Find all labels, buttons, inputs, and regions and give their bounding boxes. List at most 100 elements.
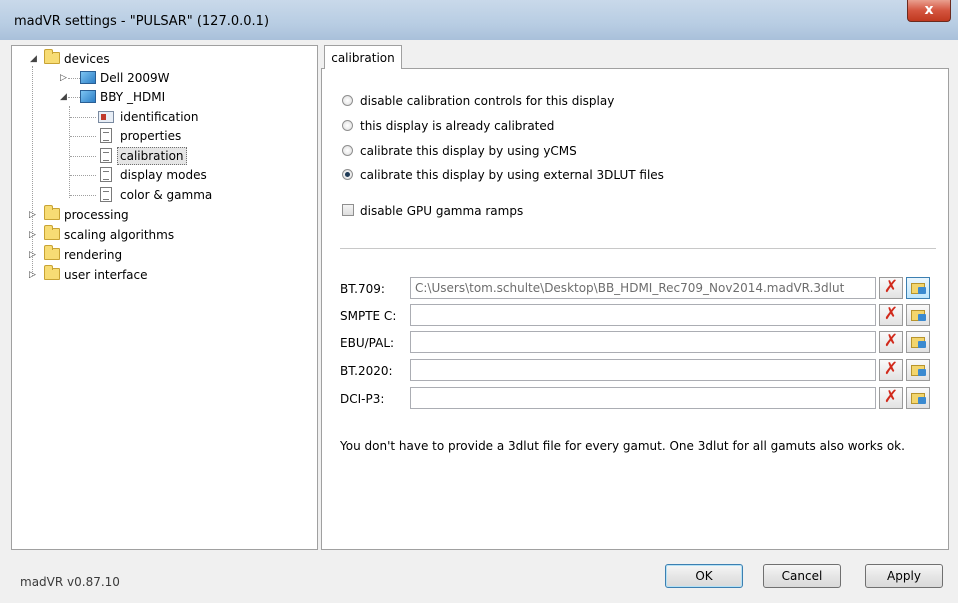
tab-calibration[interactable]: calibration [324, 45, 402, 69]
lut-row-ebu-pal: EBU/PAL: ✗ [340, 331, 940, 355]
page-icon [100, 128, 112, 143]
radio-label: disable calibration controls for this di… [360, 94, 615, 108]
tree-label-calibration: calibration [117, 147, 187, 165]
checkbox[interactable] [342, 204, 354, 216]
expand-icon[interactable]: ▷ [28, 271, 37, 280]
divider [340, 248, 936, 249]
tree-label-dell: Dell 2009W [100, 71, 170, 85]
tree-item-scaling-algorithms[interactable]: ▷ scaling algorithms [12, 225, 312, 244]
browse-lut-button[interactable] [906, 331, 930, 353]
lut-path-input[interactable] [410, 359, 876, 381]
cancel-button[interactable]: Cancel [763, 564, 841, 588]
lut-row-bt2020: BT.2020: ✗ [340, 359, 940, 383]
folder-icon [44, 49, 60, 64]
tree-item-devices[interactable]: ◢ devices [12, 49, 312, 68]
tree-item-rendering[interactable]: ▷ rendering [12, 245, 312, 264]
tree-item-dell-2009w[interactable]: ▷ Dell 2009W [12, 69, 312, 87]
tree-label-color-gamma: color & gamma [120, 188, 213, 202]
clear-lut-button[interactable]: ✗ [879, 359, 903, 381]
clear-lut-button[interactable]: ✗ [879, 331, 903, 353]
arrow-icon [918, 341, 926, 348]
tree-label-bby: BBY _HDMI [100, 90, 166, 104]
tree-connector [68, 97, 80, 98]
close-button[interactable]: x [907, 0, 951, 22]
calibration-panel: disable calibration controls for this di… [321, 68, 949, 550]
page-icon [100, 187, 112, 202]
tree-label-rendering: rendering [64, 248, 123, 262]
radio-button[interactable] [342, 120, 353, 131]
checkbox-label: disable GPU gamma ramps [360, 204, 524, 218]
lut-label: EBU/PAL: [340, 336, 395, 350]
window-title: madVR settings - "PULSAR" (127.0.0.1) [14, 14, 270, 29]
remove-icon: ✗ [883, 304, 899, 324]
tree-item-display-modes[interactable]: display modes [12, 166, 312, 184]
radio-label: calibrate this display by using external… [360, 168, 664, 182]
page-icon [100, 148, 112, 163]
remove-icon: ✗ [883, 359, 899, 379]
lut-row-bt709: BT.709: C:\Users\tom.schulte\Desktop\BB_… [340, 277, 940, 301]
tree-connector [70, 136, 96, 137]
tree-item-properties[interactable]: properties [12, 127, 312, 145]
title-bar[interactable]: madVR settings - "PULSAR" (127.0.0.1) x [0, 0, 958, 40]
apply-button[interactable]: Apply [865, 564, 943, 588]
monitor-icon [80, 90, 96, 103]
tree-item-calibration[interactable]: calibration [12, 147, 312, 165]
lut-label: DCI-P3: [340, 392, 385, 406]
expand-icon[interactable]: ▷ [28, 211, 37, 220]
lut-path-input[interactable]: C:\Users\tom.schulte\Desktop\BB_HDMI_Rec… [410, 277, 876, 299]
tree-label-processing: processing [64, 208, 129, 222]
radio-label: this display is already calibrated [360, 119, 555, 133]
lut-label: BT.709: [340, 282, 385, 296]
tree-label-identification: identification [120, 110, 199, 124]
browse-lut-button[interactable] [906, 359, 930, 381]
folder-icon [44, 205, 60, 220]
expand-icon[interactable]: ▷ [59, 74, 68, 83]
expand-icon[interactable]: ▷ [28, 231, 37, 240]
tree-label-display-modes: display modes [120, 168, 207, 182]
settings-tree[interactable]: ◢ devices ▷ Dell 2009W ◢ BBY _HDMI ident… [11, 45, 318, 550]
clear-lut-button[interactable]: ✗ [879, 387, 903, 409]
tree-item-identification[interactable]: identification [12, 108, 312, 126]
tree-label-devices: devices [64, 52, 110, 66]
version-label: madVR v0.87.10 [20, 575, 120, 589]
ok-button[interactable]: OK [665, 564, 743, 588]
tree-label-properties: properties [120, 129, 182, 143]
tree-connector [70, 175, 96, 176]
tree-connector [70, 195, 96, 196]
browse-lut-button[interactable] [906, 387, 930, 409]
radio-button[interactable] [342, 95, 353, 106]
radio-label: calibrate this display by using yCMS [360, 144, 577, 158]
folder-icon [44, 225, 60, 240]
clear-lut-button[interactable]: ✗ [879, 277, 903, 299]
radio-button[interactable] [342, 145, 353, 156]
radio-button-selected[interactable] [342, 169, 353, 180]
lut-path-input[interactable] [410, 387, 876, 409]
collapse-icon[interactable]: ◢ [59, 93, 68, 102]
lut-row-smpte-c: SMPTE C: ✗ [340, 304, 940, 328]
tab-calibration-label: calibration [331, 51, 395, 65]
lut-label: SMPTE C: [340, 309, 397, 323]
close-icon: x [924, 2, 934, 18]
lut-path-input[interactable] [410, 331, 876, 353]
monitor-icon [80, 71, 96, 84]
folder-icon [44, 265, 60, 280]
tree-label-scaling: scaling algorithms [64, 228, 175, 242]
tree-label-user-interface: user interface [64, 268, 148, 282]
tree-item-processing[interactable]: ▷ processing [12, 205, 312, 224]
browse-lut-button[interactable] [906, 304, 930, 326]
clear-lut-button[interactable]: ✗ [879, 304, 903, 326]
id-card-icon [98, 111, 114, 123]
tree-connector [70, 156, 96, 157]
expand-icon[interactable]: ▷ [28, 251, 37, 260]
lut-path-input[interactable] [410, 304, 876, 326]
remove-icon: ✗ [883, 387, 899, 407]
remove-icon: ✗ [883, 331, 899, 351]
browse-lut-button[interactable] [906, 277, 930, 299]
tree-item-bby-hdmi[interactable]: ◢ BBY _HDMI [12, 88, 312, 106]
page-icon [100, 167, 112, 182]
tree-connector [68, 78, 80, 79]
collapse-icon[interactable]: ◢ [29, 55, 38, 64]
tree-item-user-interface[interactable]: ▷ user interface [12, 265, 312, 284]
tree-item-color-gamma[interactable]: color & gamma [12, 186, 312, 204]
arrow-icon [918, 287, 926, 294]
